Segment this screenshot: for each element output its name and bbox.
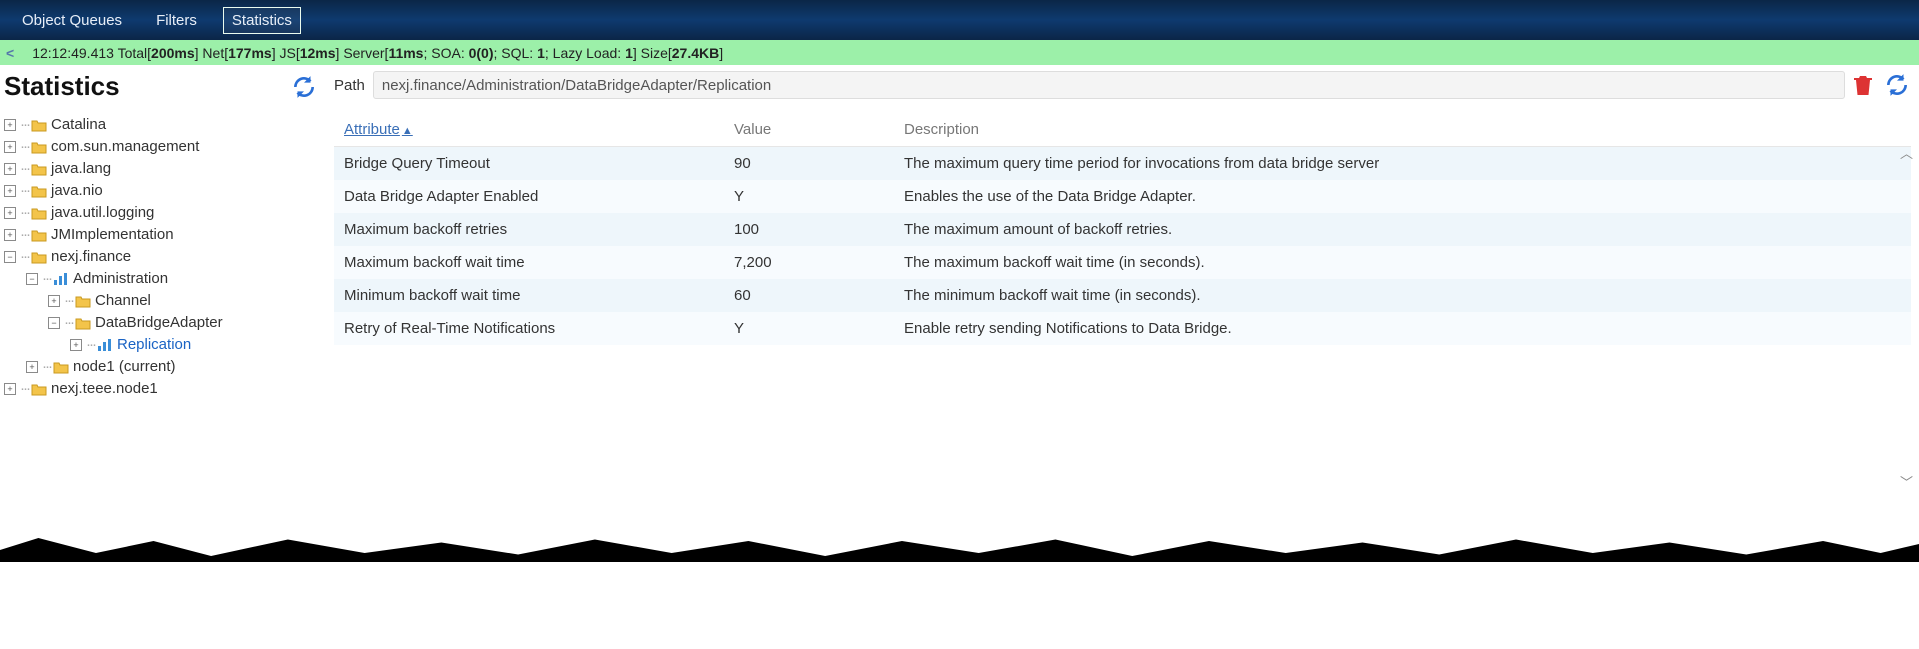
expand-icon[interactable]: + xyxy=(4,229,16,241)
scroll-down-icon[interactable]: ﹀ xyxy=(1900,472,1913,491)
collapse-icon[interactable]: − xyxy=(26,273,38,285)
torn-edge xyxy=(0,532,1919,562)
folder-icon xyxy=(75,316,91,330)
sidebar: Statistics + ··· Catalina +··· com.sun.m… xyxy=(0,65,330,408)
expand-icon[interactable]: + xyxy=(4,119,16,131)
tree-node-catalina[interactable]: + ··· Catalina xyxy=(4,114,322,136)
perf-back-arrow[interactable]: < xyxy=(6,45,14,61)
table-row[interactable]: Maximum backoff wait time7,200The maximu… xyxy=(334,246,1911,279)
perf-text: 12:12:49.413 Total[200ms] Net[177ms] JS[… xyxy=(32,45,723,61)
tree: + ··· Catalina +··· com.sun.management +… xyxy=(4,114,322,400)
folder-icon xyxy=(31,228,47,242)
col-header-description[interactable]: Description xyxy=(894,113,1911,147)
expand-icon[interactable]: + xyxy=(48,295,60,307)
tree-node-administration[interactable]: −··· Administration xyxy=(4,268,322,290)
trash-icon[interactable] xyxy=(1853,74,1875,96)
path-field[interactable]: nexj.finance/Administration/DataBridgeAd… xyxy=(373,71,1845,99)
tree-node-com-sun[interactable]: +··· com.sun.management xyxy=(4,136,322,158)
expand-icon[interactable]: + xyxy=(70,339,82,351)
sidebar-title: Statistics xyxy=(4,71,120,102)
top-tab-bar: Object Queues Filters Statistics xyxy=(0,0,1919,40)
col-header-attribute[interactable]: Attribute▲ xyxy=(334,113,724,147)
collapse-icon[interactable]: − xyxy=(48,317,60,329)
folder-icon xyxy=(31,184,47,198)
collapse-icon[interactable]: − xyxy=(4,251,16,263)
tab-object-queues[interactable]: Object Queues xyxy=(14,8,130,33)
chart-icon xyxy=(53,272,69,286)
tree-node-channel[interactable]: +··· Channel xyxy=(4,290,322,312)
tree-node-nexj-finance[interactable]: −··· nexj.finance xyxy=(4,246,322,268)
folder-icon xyxy=(31,162,47,176)
table-row[interactable]: Minimum backoff wait time60The minimum b… xyxy=(334,279,1911,312)
expand-icon[interactable]: + xyxy=(4,207,16,219)
expand-icon[interactable]: + xyxy=(26,361,38,373)
folder-icon xyxy=(31,118,47,132)
folder-icon xyxy=(31,250,47,264)
col-header-value[interactable]: Value xyxy=(724,113,894,147)
tree-node-replication[interactable]: +··· Replication xyxy=(4,334,322,356)
expand-icon[interactable]: + xyxy=(4,185,16,197)
performance-bar: < 12:12:49.413 Total[200ms] Net[177ms] J… xyxy=(0,40,1919,65)
refresh-icon[interactable] xyxy=(290,73,318,101)
expand-icon[interactable]: + xyxy=(4,141,16,153)
table-row[interactable]: Bridge Query Timeout90The maximum query … xyxy=(334,147,1911,181)
tree-node-nexj-teee[interactable]: +··· nexj.teee.node1 xyxy=(4,378,322,400)
tree-node-node1[interactable]: +··· node1 (current) xyxy=(4,356,322,378)
tree-node-java-lang[interactable]: +··· java.lang xyxy=(4,158,322,180)
tree-node-java-util-logging[interactable]: +··· java.util.logging xyxy=(4,202,322,224)
content-pane: Path nexj.finance/Administration/DataBri… xyxy=(330,65,1919,345)
expand-icon[interactable]: + xyxy=(4,383,16,395)
expand-icon[interactable]: + xyxy=(4,163,16,175)
tree-node-databridgeadapter[interactable]: −··· DataBridgeAdapter xyxy=(4,312,322,334)
table-row[interactable]: Data Bridge Adapter EnabledYEnables the … xyxy=(334,180,1911,213)
attributes-table: Attribute▲ Value Description Bridge Quer… xyxy=(334,113,1911,345)
tab-statistics[interactable]: Statistics xyxy=(223,7,301,34)
folder-icon xyxy=(75,294,91,308)
folder-icon xyxy=(31,382,47,396)
folder-icon xyxy=(31,206,47,220)
folder-icon xyxy=(31,140,47,154)
scroll-up-icon[interactable]: ︿ xyxy=(1900,143,1913,162)
sort-asc-icon: ▲ xyxy=(402,125,413,137)
tree-node-jmimplementation[interactable]: +··· JMImplementation xyxy=(4,224,322,246)
folder-icon xyxy=(53,360,69,374)
refresh-icon[interactable] xyxy=(1883,71,1911,99)
tree-node-java-nio[interactable]: +··· java.nio xyxy=(4,180,322,202)
table-row[interactable]: Retry of Real-Time NotificationsYEnable … xyxy=(334,312,1911,345)
tab-filters[interactable]: Filters xyxy=(148,8,205,33)
path-label: Path xyxy=(334,77,365,94)
table-row[interactable]: Maximum backoff retries100The maximum am… xyxy=(334,213,1911,246)
chart-icon xyxy=(97,338,113,352)
